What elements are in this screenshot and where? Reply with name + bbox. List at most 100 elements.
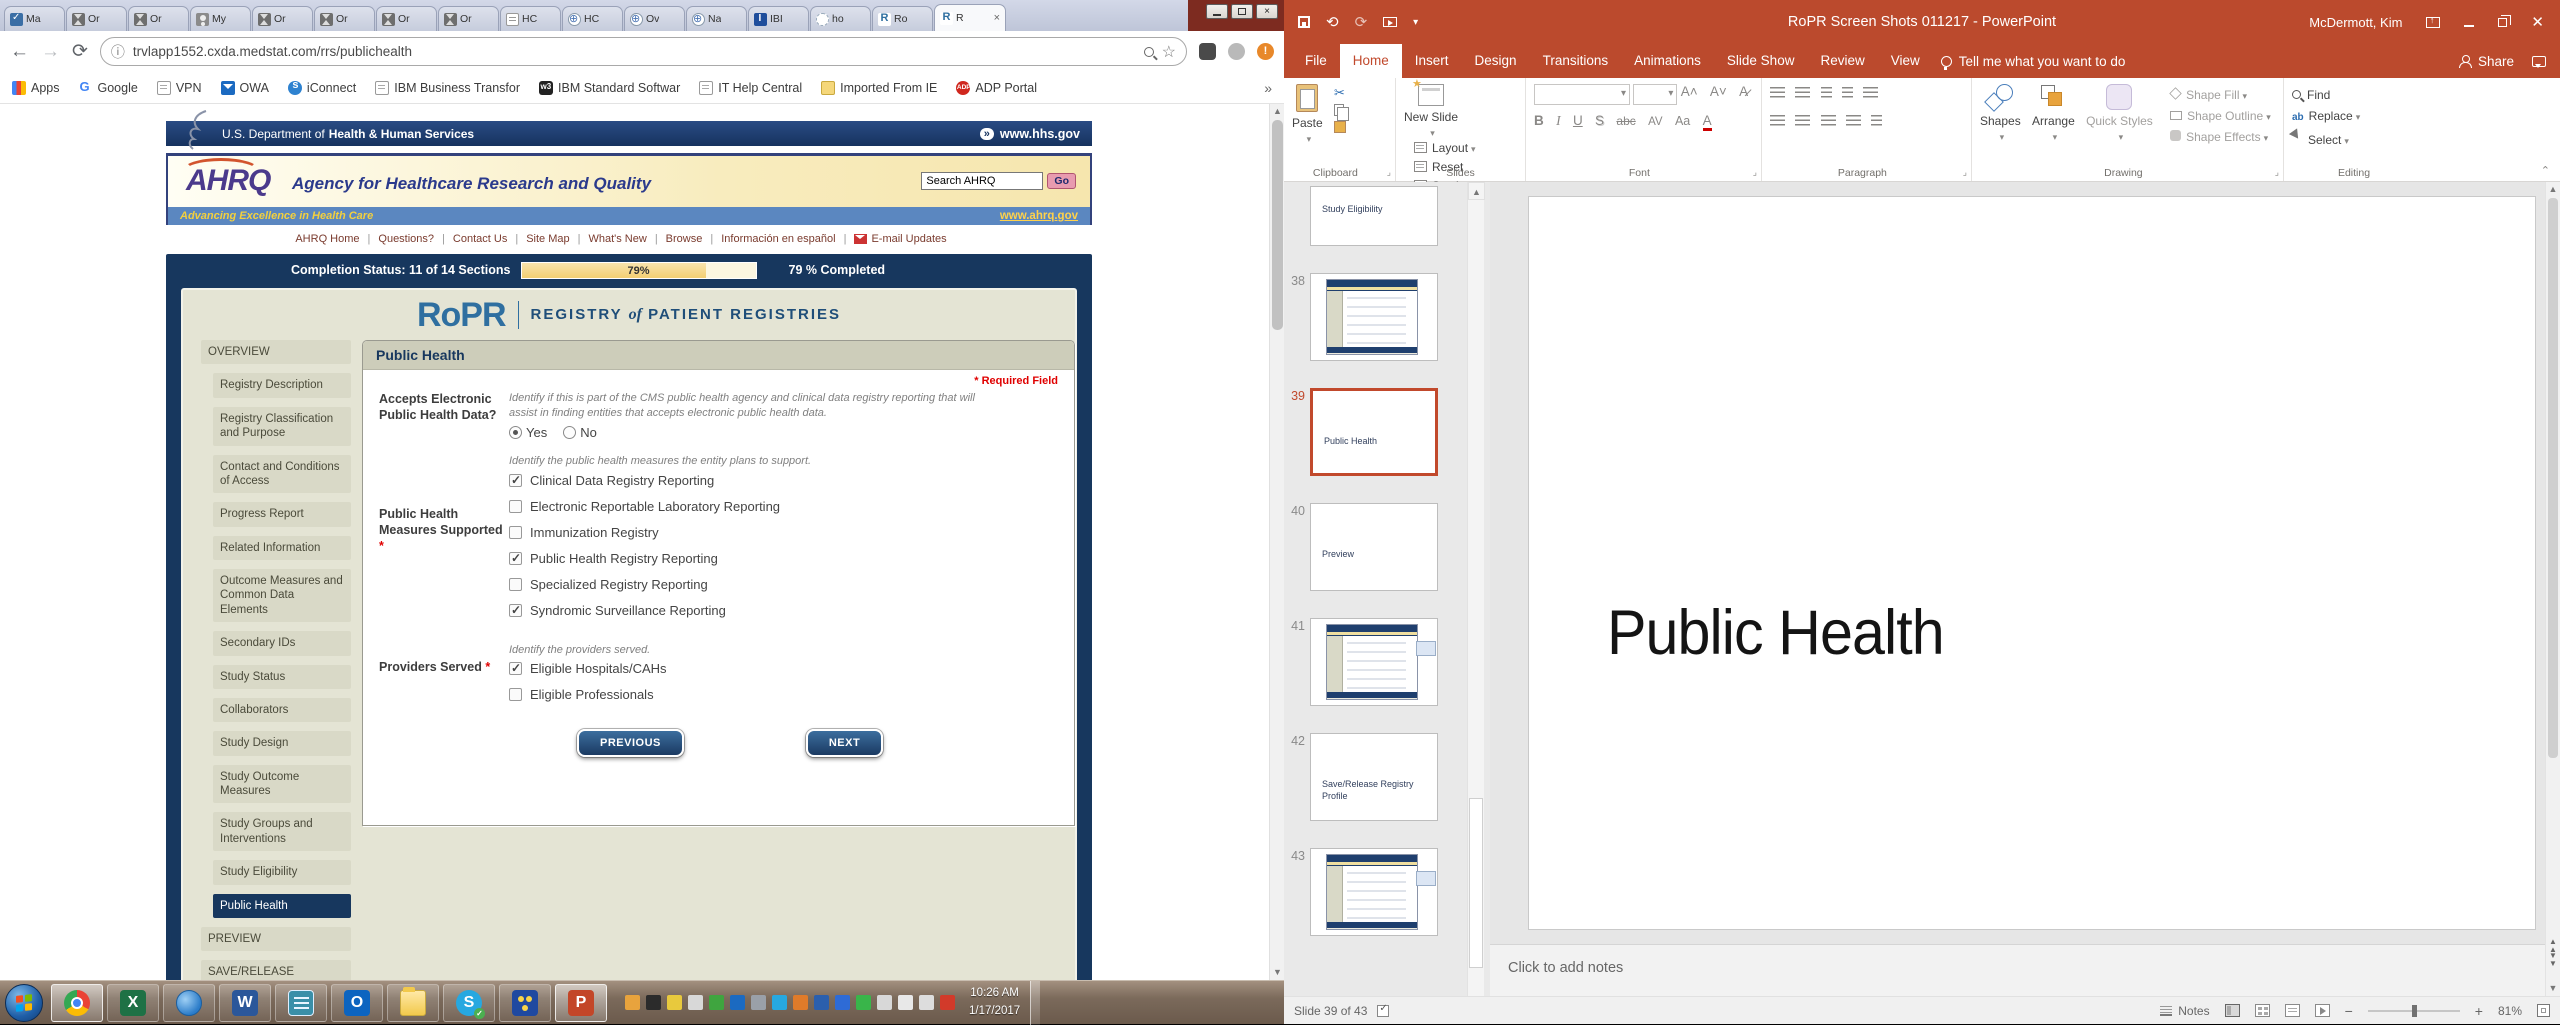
sidebar-item[interactable]: Registry Classification and Purpose [213,407,351,446]
browser-tab[interactable]: My [190,6,251,31]
quick-styles-button[interactable]: Quick Styles▾ [2086,84,2153,143]
tray-icon[interactable] [856,995,871,1010]
tray-icon[interactable] [919,995,934,1010]
browser-tab[interactable]: IBI [748,6,809,31]
font-style-button[interactable]: S [1595,113,1604,128]
taskbar-app-button[interactable]: W [219,984,271,1022]
page-info-icon[interactable]: ⓘ [111,42,125,62]
checkbox[interactable] [509,474,522,487]
ppt-close-button[interactable]: ✕ [2531,15,2544,30]
cut-icon[interactable]: ✂ [1334,86,1346,99]
next-button[interactable]: NEXT [806,729,883,757]
tray-icon[interactable] [688,995,703,1010]
sidebar-item[interactable]: Study Eligibility [213,860,351,884]
start-button[interactable] [5,984,43,1022]
slide-thumb-image[interactable]: Public Health [1310,388,1438,476]
copy-icon[interactable] [1334,104,1344,116]
checkbox-option[interactable]: Eligible Hospitals/CAHs [509,661,1058,676]
browser-tab[interactable]: Or [252,6,313,31]
replace-button[interactable]: abReplace▾ [2292,109,2360,123]
slide-thumb-image[interactable]: Preview [1310,503,1438,591]
taskbar-app-button[interactable] [499,984,551,1022]
bullets-icon[interactable] [1770,87,1785,99]
checkbox[interactable] [509,500,522,513]
sidebar-item[interactable]: Study Outcome Measures [213,765,351,804]
reading-view-button[interactable] [2285,1004,2300,1017]
taskbar-app-button[interactable]: X [107,984,159,1022]
clear-formatting-icon[interactable]: A̷ [1739,84,1748,99]
taskbar-app-button[interactable] [51,984,103,1022]
taskbar-app-button[interactable]: S [443,984,495,1022]
browser-tab[interactable]: Ro [872,6,933,31]
bookmark-item[interactable]: Google [79,81,138,95]
taskbar-app-button[interactable]: P [555,984,607,1022]
radio-button[interactable] [563,426,576,439]
site-nav-link[interactable]: AHRQ Home | [295,233,378,245]
bookmark-item[interactable]: IT Help Central [699,81,802,95]
radio-option[interactable]: Yes [509,425,547,440]
bookmark-item[interactable]: IBM Business Transfor [375,81,520,95]
next-slide-button[interactable]: ▼▼ [2546,952,2560,968]
format-painter-icon[interactable] [1334,121,1346,133]
site-nav-link[interactable]: What's New | [588,233,665,245]
checkbox[interactable] [509,526,522,539]
sidebar-item[interactable]: Contact and Conditions of Access [213,455,351,494]
address-bar[interactable]: ⓘ trvlapp1552.cxda.medstat.com/rrs/publi… [100,37,1187,66]
bookmark-star-icon[interactable]: ☆ [1162,42,1176,62]
radio-button[interactable] [509,426,522,439]
new-slide-button[interactable]: New Slide▾ [1404,84,1458,139]
sidebar-item[interactable]: Outcome Measures and Common Data Element… [213,569,351,622]
font-style-button[interactable]: A [1703,114,1712,131]
slide-thumbnail[interactable]: 42 Save/Release Registry Profile [1284,733,1490,821]
back-button[interactable]: ← [10,42,29,61]
slide-thumbnail[interactable]: 41 [1284,618,1490,706]
share-button[interactable]: Share [2459,54,2514,69]
paste-button[interactable]: Paste▾ [1292,84,1323,145]
zoom-slider-thumb[interactable] [2412,1005,2417,1017]
ribbon-tab[interactable]: Home [1340,44,1402,78]
slide-thumbnail[interactable]: Study Eligibility [1284,186,1490,246]
sidebar-item[interactable]: Study Groups and Interventions [213,812,351,851]
ribbon-tab[interactable]: Design [1462,44,1530,78]
site-nav-link[interactable]: E-mail Updates [854,233,962,245]
font-style-button[interactable]: U [1573,113,1583,128]
browser-tab[interactable]: HC [562,6,623,31]
checkbox-option[interactable]: Electronic Reportable Laboratory Reporti… [509,499,1058,514]
checkbox[interactable] [509,578,522,591]
shapes-button[interactable]: Shapes▾ [1980,84,2021,143]
tray-icon[interactable] [772,995,787,1010]
slide-thumb-image[interactable] [1310,273,1438,361]
ribbon-tab[interactable]: View [1878,44,1933,78]
slide-canvas[interactable]: Public Health [1528,196,2536,930]
browser-tab[interactable]: HC [500,6,561,31]
tab-close-icon[interactable]: × [994,12,1000,24]
taskbar-app-button[interactable]: O [331,984,383,1022]
sidebar-item[interactable]: Collaborators [213,698,351,722]
ahrq-search-input[interactable] [921,172,1043,190]
browser-tab[interactable]: ho [810,6,871,31]
slide-thumbnail[interactable]: 43 [1284,848,1490,936]
notes-toggle[interactable]: Notes [2160,1004,2209,1018]
tell-me-box[interactable]: Tell me what you want to do [1941,54,2126,69]
slideshow-view-button[interactable] [2315,1004,2330,1017]
font-size-select[interactable] [1633,84,1677,105]
tray-icon[interactable] [877,995,892,1010]
find-button[interactable]: Find [2292,88,2360,102]
sidebar-item[interactable]: Study Status [213,665,351,689]
font-style-button[interactable]: AV [1648,116,1663,128]
scrollbar-thumb[interactable] [1272,120,1283,330]
tray-icon[interactable] [751,995,766,1010]
line-spacing-icon[interactable] [1863,87,1878,99]
tray-icon[interactable] [646,995,661,1010]
browser-tab[interactable]: Or [376,6,437,31]
sidebar-item[interactable]: PREVIEW [201,927,351,951]
taskbar-app-button[interactable] [275,984,327,1022]
arrange-button[interactable]: Arrange▾ [2032,84,2075,143]
checkbox[interactable] [509,604,522,617]
scroll-up-arrow[interactable]: ▲ [1270,104,1284,119]
site-nav-link[interactable]: Questions? | [378,233,453,245]
sidebar-item[interactable]: Study Design [213,731,351,755]
browser-tab[interactable]: Or [66,6,127,31]
checkbox[interactable] [509,688,522,701]
maximize-button[interactable] [1231,4,1253,19]
